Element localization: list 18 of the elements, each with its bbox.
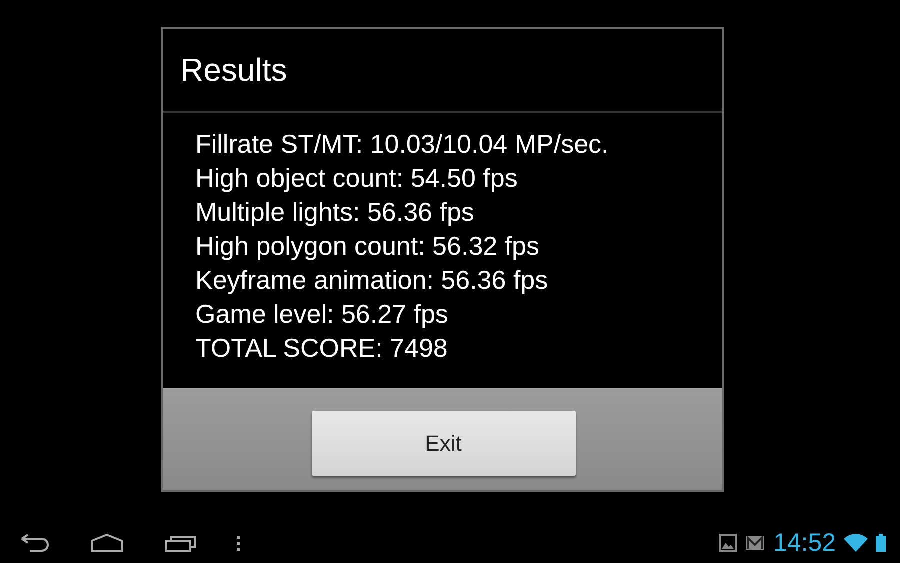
menu-icon[interactable] <box>236 535 242 551</box>
mail-icon <box>745 535 766 551</box>
result-line: Multiple lights: 56.36 fps <box>196 196 476 229</box>
clock-time: 14:52 <box>773 528 836 558</box>
back-icon[interactable] <box>20 534 50 552</box>
result-line: High polygon count: 56.32 fps <box>196 230 541 263</box>
exit-button[interactable]: Exit <box>312 411 576 476</box>
result-line: Keyframe animation: 56.36 fps <box>196 264 550 297</box>
home-icon[interactable] <box>90 534 124 552</box>
wifi-icon <box>844 534 868 552</box>
result-line: High object count: 54.50 fps <box>196 162 519 195</box>
recent-apps-icon[interactable] <box>164 534 196 552</box>
gallery-icon <box>719 534 738 552</box>
battery-icon <box>876 534 886 552</box>
result-line: TOTAL SCORE: 7498 <box>196 332 449 365</box>
result-line: Game level: 56.27 fps <box>196 298 450 331</box>
dialog-title: Results <box>162 29 722 113</box>
result-line: Fillrate ST/MT: 10.03/10.04 MP/sec. <box>196 128 610 161</box>
